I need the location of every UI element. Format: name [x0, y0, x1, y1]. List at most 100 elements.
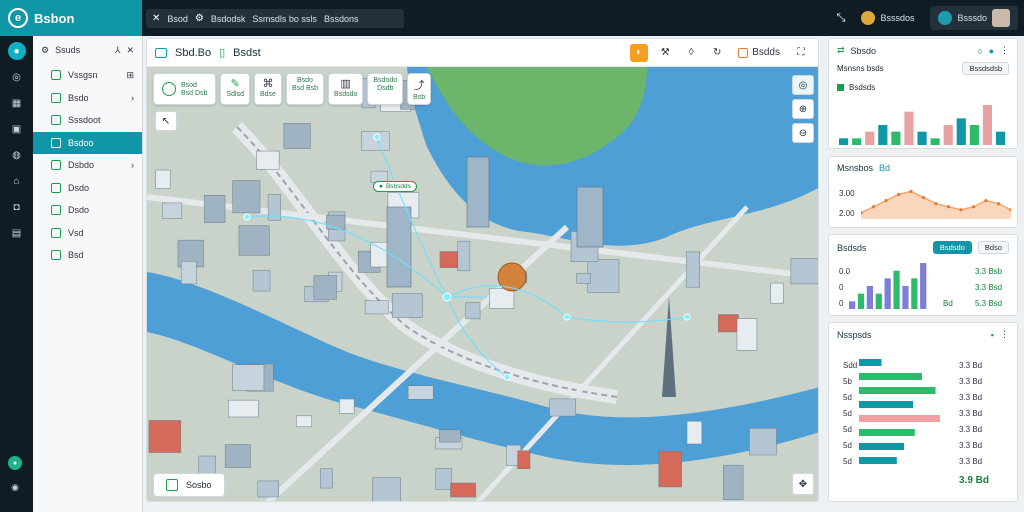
- building-icon[interactable]: ⌂: [8, 172, 26, 190]
- settings-icon[interactable]: ⚙: [195, 13, 204, 24]
- more-icon[interactable]: ⋮: [1000, 329, 1009, 340]
- layer-button[interactable]: ⤴ Bsb: [407, 73, 432, 105]
- data-point[interactable]: [884, 199, 888, 203]
- chart-bar[interactable]: [859, 373, 922, 380]
- chart-bar[interactable]: [852, 138, 862, 145]
- layer-button[interactable]: Bsdodo Dsdb: [367, 73, 404, 105]
- map-legend[interactable]: Sosbo: [153, 473, 225, 497]
- camera-icon[interactable]: ◘: [8, 198, 26, 216]
- chart-bar[interactable]: [930, 138, 940, 145]
- collapse-icon[interactable]: ⅄: [115, 45, 121, 56]
- tab-a[interactable]: Bsdsdo: [932, 241, 972, 254]
- tab-b[interactable]: Bdso: [977, 241, 1009, 254]
- filter-icon[interactable]: ◐: [630, 43, 649, 62]
- fullscreen-icon[interactable]: ⛶: [792, 44, 810, 62]
- chart-bar[interactable]: [859, 359, 882, 366]
- chart-bar[interactable]: [917, 131, 927, 145]
- settings-icon[interactable]: ◉: [8, 480, 22, 494]
- data-point[interactable]: [984, 199, 988, 203]
- network-node[interactable]: [683, 313, 691, 321]
- map-icon[interactable]: ▯: [219, 46, 225, 59]
- map-canvas[interactable]: [147, 67, 819, 502]
- chart-bar[interactable]: [875, 293, 882, 309]
- chart-bar[interactable]: [859, 443, 904, 450]
- chart-bar[interactable]: [859, 401, 913, 408]
- layer-button[interactable]: Bsod Bsd Dsb: [153, 73, 217, 105]
- network-node[interactable]: [243, 213, 251, 221]
- sidebar-item[interactable]: Dsdo: [33, 199, 142, 222]
- breadcrumb-item[interactable]: Bssdons: [324, 14, 359, 24]
- sidebar-item[interactable]: Bsdoo: [33, 131, 142, 154]
- chart-bar[interactable]: [891, 131, 901, 145]
- data-point[interactable]: [996, 202, 1001, 206]
- layer-button[interactable]: ▥ Bsdsdo: [328, 73, 364, 105]
- network-node[interactable]: [373, 133, 381, 141]
- gear-icon[interactable]: ⚙: [41, 45, 49, 56]
- city-map[interactable]: Bsod Bsd Dsb ✎ Sdlsd ⌘ Bdse Bsdo Bsd Bsb…: [147, 67, 819, 502]
- bar-chart[interactable]: [839, 105, 1009, 145]
- calendar-icon[interactable]: ▣: [8, 120, 26, 138]
- user-chip[interactable]: Bsssdo: [930, 6, 1018, 30]
- data-point[interactable]: [896, 192, 901, 197]
- tools-icon[interactable]: ⚒: [656, 44, 674, 62]
- expand-icon[interactable]: ⤡: [837, 12, 846, 25]
- sidebar-item[interactable]: Dsdo: [33, 177, 142, 200]
- status-icon[interactable]: ●: [8, 456, 22, 470]
- sidebar-item[interactable]: Bsdo ›: [33, 87, 142, 110]
- network-node[interactable]: [563, 313, 571, 321]
- refresh-icon[interactable]: ↻: [708, 44, 726, 62]
- zoom-out-icon[interactable]: ⊖: [792, 123, 814, 143]
- cursor-tool-icon[interactable]: ↖: [155, 111, 177, 131]
- period-select[interactable]: Bssdsdsb: [962, 62, 1009, 75]
- layer-button[interactable]: ✎ Sdlsd: [220, 73, 250, 105]
- chart-bar[interactable]: [920, 263, 927, 309]
- chart-bar[interactable]: [857, 293, 865, 309]
- layer-button[interactable]: Bsdo Bsd Bsb: [285, 73, 325, 105]
- more-icon[interactable]: ⋮: [1000, 45, 1009, 56]
- map-options-button[interactable]: Bsdds: [734, 44, 784, 62]
- breadcrumb[interactable]: ✕ Bsod ⚙ Bsdodsk Ssmsdls bo ssls Bssdons: [146, 9, 404, 28]
- move-icon[interactable]: ✥: [792, 473, 814, 495]
- chart-bar[interactable]: [865, 131, 875, 145]
- locate-icon[interactable]: ◎: [792, 75, 814, 95]
- chart-bar[interactable]: [859, 415, 940, 422]
- data-point[interactable]: [971, 205, 976, 209]
- search-icon[interactable]: ○: [977, 46, 982, 56]
- chart-bar[interactable]: [859, 429, 915, 436]
- layer-button[interactable]: ⌘ Bdse: [253, 73, 282, 105]
- sidebar-item[interactable]: Bsd: [33, 244, 142, 267]
- chart-bar[interactable]: [849, 301, 856, 309]
- breadcrumb-item[interactable]: Bsdodsk: [211, 14, 246, 24]
- chart-bar[interactable]: [893, 270, 900, 309]
- data-point[interactable]: [921, 195, 926, 200]
- network-node[interactable]: [442, 292, 452, 302]
- area-chart[interactable]: [861, 185, 1011, 219]
- chart-bar[interactable]: [911, 278, 918, 309]
- data-point[interactable]: [959, 208, 963, 212]
- brand[interactable]: e Bsbon: [0, 0, 142, 36]
- compass-icon[interactable]: ◎: [8, 68, 26, 86]
- sidebar-item[interactable]: Sssdoot: [33, 109, 142, 132]
- chart-bar[interactable]: [982, 105, 992, 145]
- close-icon[interactable]: ✕: [152, 13, 160, 24]
- bar-chart[interactable]: [849, 263, 929, 309]
- home-icon[interactable]: ●: [7, 42, 26, 60]
- document-icon[interactable]: ▤: [8, 224, 26, 242]
- info-icon[interactable]: ▪: [991, 330, 994, 340]
- sidebar-item[interactable]: Dsbdo ›: [33, 154, 142, 177]
- chart-bar[interactable]: [859, 457, 897, 464]
- chart-bar[interactable]: [904, 111, 914, 145]
- map-marker[interactable]: ● Bsbsdds: [373, 181, 417, 192]
- avatar[interactable]: [992, 9, 1010, 27]
- network-node[interactable]: [503, 373, 511, 381]
- info-icon[interactable]: ●: [989, 46, 994, 56]
- breadcrumb-item[interactable]: Bsod: [167, 14, 188, 24]
- chart-bar[interactable]: [839, 138, 849, 145]
- close-icon[interactable]: ✕: [126, 45, 134, 56]
- sidebar-item[interactable]: Vsd: [33, 222, 142, 245]
- pin-icon[interactable]: ◊: [682, 44, 700, 62]
- zoom-in-icon[interactable]: ⊕: [792, 99, 814, 119]
- globe-icon[interactable]: ◍: [8, 146, 26, 164]
- chart-bar[interactable]: [866, 286, 873, 309]
- grid-icon[interactable]: ▦: [8, 94, 26, 112]
